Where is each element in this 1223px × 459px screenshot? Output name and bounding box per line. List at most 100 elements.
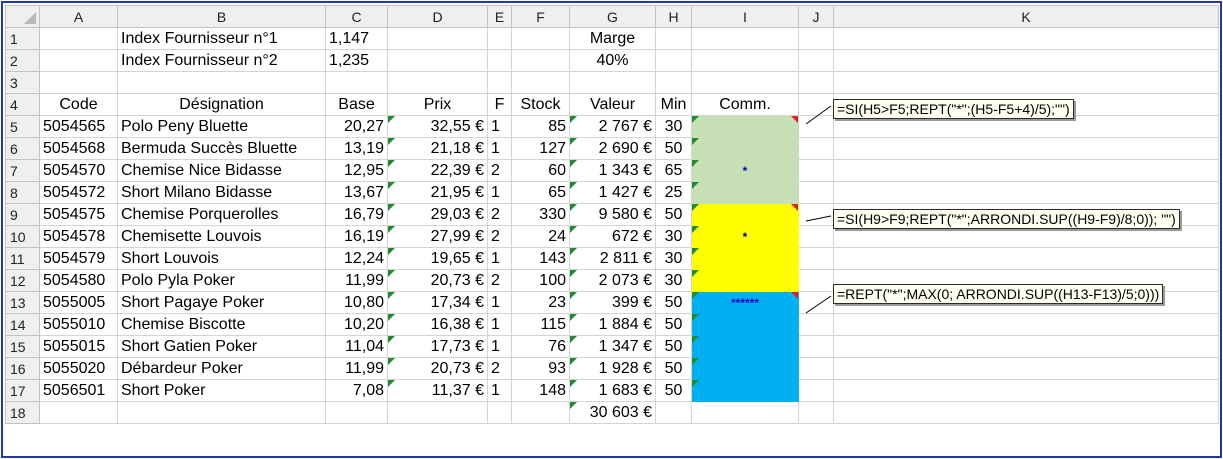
- cell-k16[interactable]: [833, 357, 1219, 380]
- cell-i3[interactable]: [691, 71, 799, 94]
- cell-a9[interactable]: 5054575: [39, 203, 118, 226]
- cell-d5[interactable]: 32,55 €: [387, 115, 488, 138]
- cell-j5[interactable]: [798, 115, 834, 138]
- cell-d13[interactable]: 17,34 €: [387, 291, 488, 314]
- cell-k18[interactable]: [833, 401, 1219, 424]
- cell-g9[interactable]: 9 580 €: [569, 203, 656, 226]
- cell-e10[interactable]: 2: [487, 225, 512, 248]
- row-header[interactable]: 11: [5, 247, 40, 270]
- cell-h9[interactable]: 50: [655, 203, 692, 226]
- cell-g17[interactable]: 1 683 €: [569, 379, 656, 402]
- cell-c6[interactable]: 13,19: [325, 137, 388, 160]
- cell-d15[interactable]: 17,73 €: [387, 335, 488, 358]
- row-header[interactable]: 13: [5, 291, 40, 314]
- cell-f12[interactable]: 100: [511, 269, 570, 292]
- cell-k3[interactable]: [833, 71, 1219, 94]
- cell-g16[interactable]: 1 928 €: [569, 357, 656, 380]
- cell-c8[interactable]: 13,67: [325, 181, 388, 204]
- row-header[interactable]: 14: [5, 313, 40, 336]
- cell-e7[interactable]: 2: [487, 159, 512, 182]
- cell-g3[interactable]: [569, 71, 656, 94]
- cell-a17[interactable]: 5056501: [39, 379, 118, 402]
- cell-a13[interactable]: 5055005: [39, 291, 118, 314]
- cell-g1[interactable]: Marge: [569, 27, 656, 50]
- cell-i7[interactable]: *: [691, 159, 799, 182]
- cell-h18[interactable]: [655, 401, 692, 424]
- cell-j16[interactable]: [798, 357, 834, 380]
- cell-c2[interactable]: 1,235: [325, 49, 388, 72]
- cell-e3[interactable]: [487, 71, 512, 94]
- cell-i15[interactable]: [691, 335, 799, 358]
- cell-j13[interactable]: [798, 291, 834, 314]
- cell-f17[interactable]: 148: [511, 379, 570, 402]
- cell-b15[interactable]: Short Gatien Poker: [117, 335, 326, 358]
- cell-k17[interactable]: [833, 379, 1219, 402]
- cell-e5[interactable]: 1: [487, 115, 512, 138]
- cell-d18[interactable]: [387, 401, 488, 424]
- cell-h7[interactable]: 65: [655, 159, 692, 182]
- cell-c17[interactable]: 7,08: [325, 379, 388, 402]
- cell-d17[interactable]: 11,37 €: [387, 379, 488, 402]
- cell-d1[interactable]: [387, 27, 488, 50]
- cell-a6[interactable]: 5054568: [39, 137, 118, 160]
- cell-c7[interactable]: 12,95: [325, 159, 388, 182]
- cell-g4[interactable]: Valeur: [569, 93, 656, 116]
- cell-j8[interactable]: [798, 181, 834, 204]
- row-header[interactable]: 5: [5, 115, 40, 138]
- cell-i12[interactable]: [691, 269, 799, 292]
- cell-h10[interactable]: 30: [655, 225, 692, 248]
- cell-h1[interactable]: [655, 27, 692, 50]
- cell-j17[interactable]: [798, 379, 834, 402]
- cell-f3[interactable]: [511, 71, 570, 94]
- cell-d11[interactable]: 19,65 €: [387, 247, 488, 270]
- cell-i1[interactable]: [691, 27, 799, 50]
- cell-i10[interactable]: *: [691, 225, 799, 248]
- cell-e11[interactable]: 1: [487, 247, 512, 270]
- cell-h8[interactable]: 25: [655, 181, 692, 204]
- cell-k8[interactable]: [833, 181, 1219, 204]
- cell-e1[interactable]: [487, 27, 512, 50]
- column-header-j[interactable]: J: [798, 5, 834, 28]
- cell-j4[interactable]: [798, 93, 834, 116]
- cell-c13[interactable]: 10,80: [325, 291, 388, 314]
- cell-i2[interactable]: [691, 49, 799, 72]
- cell-f15[interactable]: 76: [511, 335, 570, 358]
- cell-b4[interactable]: Désignation: [117, 93, 326, 116]
- cell-b11[interactable]: Short Louvois: [117, 247, 326, 270]
- cell-i13[interactable]: ******: [691, 291, 799, 314]
- cell-g7[interactable]: 1 343 €: [569, 159, 656, 182]
- cell-k7[interactable]: [833, 159, 1219, 182]
- cell-h14[interactable]: 50: [655, 313, 692, 336]
- row-header[interactable]: 10: [5, 225, 40, 248]
- cell-i9[interactable]: [691, 203, 799, 226]
- cell-d9[interactable]: 29,03 €: [387, 203, 488, 226]
- cell-d16[interactable]: 20,73 €: [387, 357, 488, 380]
- column-header-g[interactable]: G: [569, 5, 656, 28]
- cell-a15[interactable]: 5055015: [39, 335, 118, 358]
- cell-b10[interactable]: Chemisette Louvois: [117, 225, 326, 248]
- column-header-i[interactable]: I: [691, 5, 799, 28]
- cell-e18[interactable]: [487, 401, 512, 424]
- cell-c9[interactable]: 16,79: [325, 203, 388, 226]
- cell-h5[interactable]: 30: [655, 115, 692, 138]
- cell-b14[interactable]: Chemise Biscotte: [117, 313, 326, 336]
- row-header[interactable]: 9: [5, 203, 40, 226]
- cell-a7[interactable]: 5054570: [39, 159, 118, 182]
- cell-g11[interactable]: 2 811 €: [569, 247, 656, 270]
- cell-j15[interactable]: [798, 335, 834, 358]
- cell-e14[interactable]: 1: [487, 313, 512, 336]
- cell-c1[interactable]: 1,147: [325, 27, 388, 50]
- cell-c14[interactable]: 10,20: [325, 313, 388, 336]
- cell-f1[interactable]: [511, 27, 570, 50]
- cell-f11[interactable]: 143: [511, 247, 570, 270]
- cell-b16[interactable]: Débardeur Poker: [117, 357, 326, 380]
- cell-d6[interactable]: 21,18 €: [387, 137, 488, 160]
- cell-f14[interactable]: 115: [511, 313, 570, 336]
- cell-e17[interactable]: 1: [487, 379, 512, 402]
- cell-a4[interactable]: Code: [39, 93, 118, 116]
- row-header[interactable]: 15: [5, 335, 40, 358]
- column-header-k[interactable]: K: [833, 5, 1219, 28]
- cell-i8[interactable]: [691, 181, 799, 204]
- cell-e13[interactable]: 1: [487, 291, 512, 314]
- cell-i14[interactable]: [691, 313, 799, 336]
